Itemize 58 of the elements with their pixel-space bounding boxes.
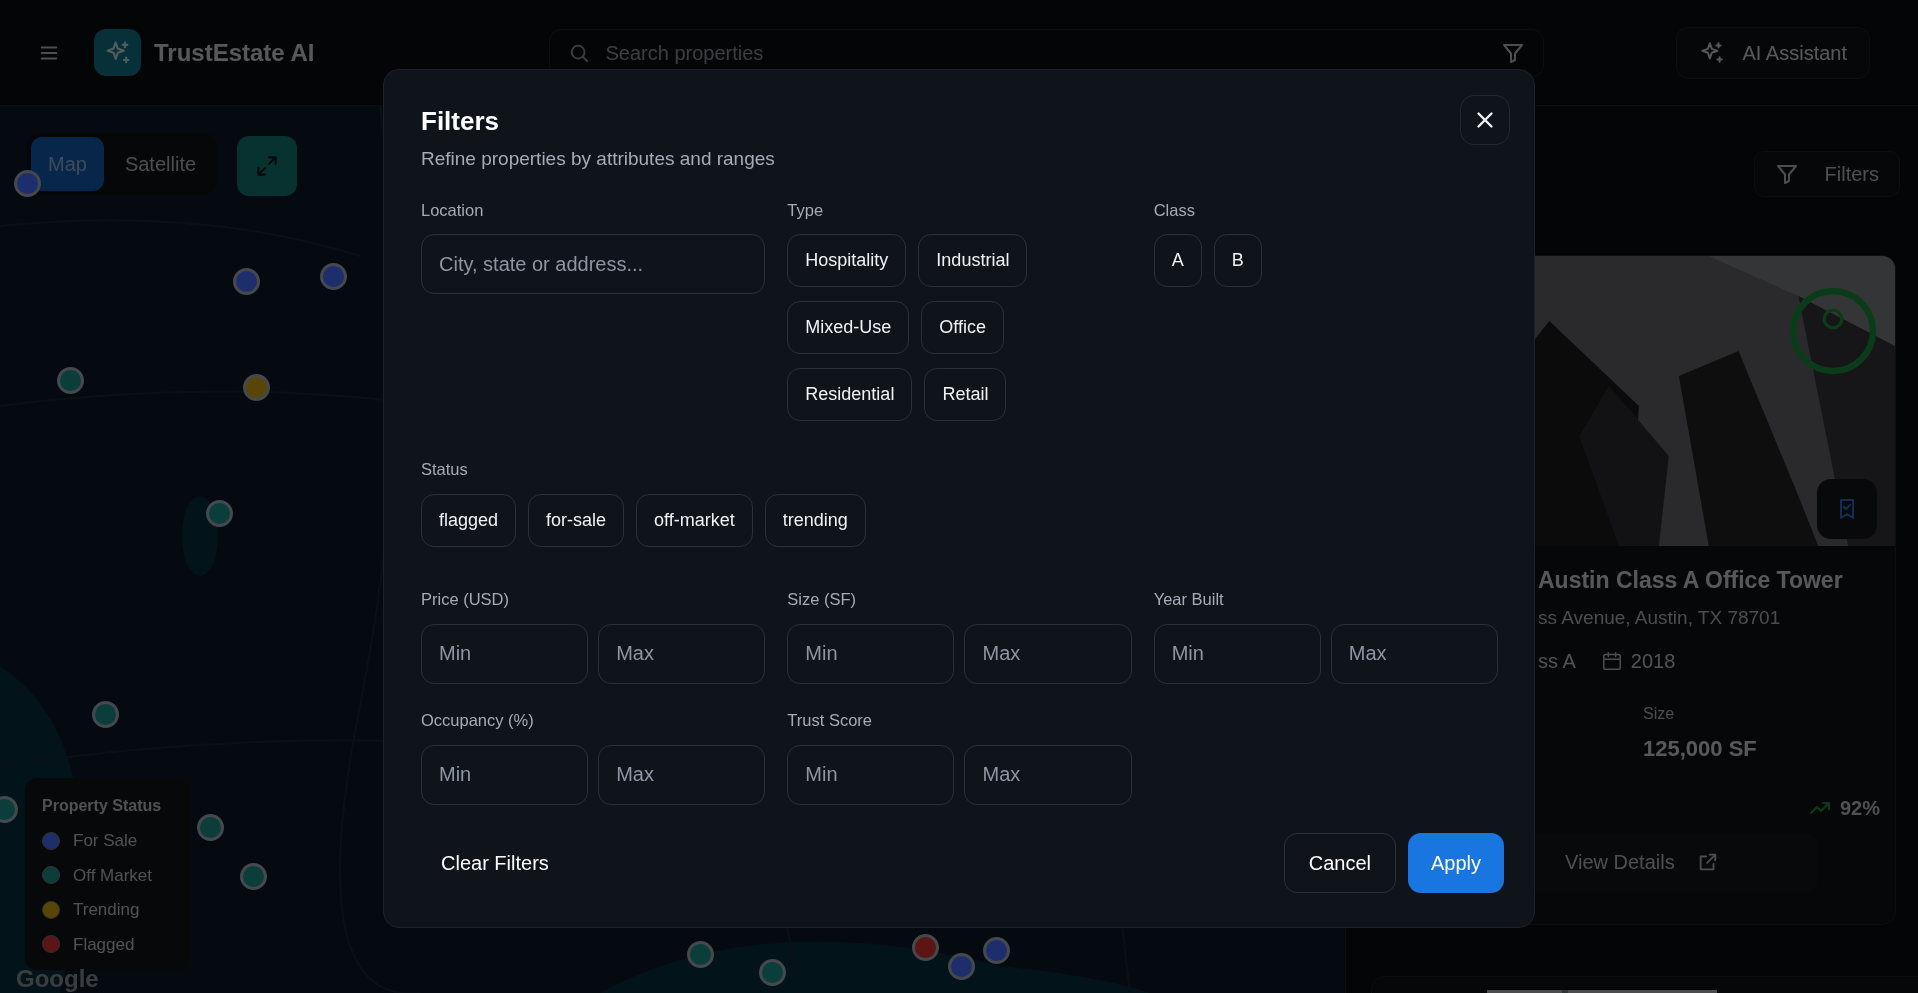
property-title: Austin Class A Office Tower — [1538, 566, 1843, 595]
property-address: ss Avenue, Austin, TX 78701 — [1538, 605, 1782, 630]
legend-label: Trending — [73, 899, 140, 921]
field-label: Location — [421, 199, 485, 221]
legend-label: Off Market — [73, 864, 153, 887]
sparkle-icon — [1698, 39, 1725, 66]
field-label: Status — [421, 459, 469, 481]
max-field[interactable]: Max — [598, 744, 766, 805]
field-label: Trust Score — [787, 709, 873, 731]
max-field[interactable]: Max — [1330, 623, 1498, 684]
calendar-icon — [1600, 650, 1623, 673]
close-button[interactable] — [1460, 95, 1510, 145]
max-field[interactable]: Max — [964, 744, 1132, 805]
search-input[interactable]: Search properties — [603, 36, 1487, 69]
filter-chip[interactable]: A — [1153, 234, 1202, 288]
property-class: ss A — [1538, 649, 1576, 675]
filter-icon — [1774, 162, 1799, 186]
min-field[interactable]: Min — [787, 623, 955, 684]
legend-title: Property Status — [42, 796, 163, 816]
filter-chip[interactable]: B — [1213, 234, 1262, 288]
dialog-title: Filters — [421, 106, 500, 138]
expand-icon — [254, 153, 280, 179]
field-label: Year Built — [1153, 589, 1225, 611]
year-built: 2018 — [1630, 649, 1676, 675]
filter-chip[interactable]: Retail — [924, 368, 1007, 422]
fullscreen-button[interactable] — [237, 136, 297, 196]
location-field[interactable]: City, state or address... — [421, 234, 766, 295]
field-label: Price (USD) — [421, 589, 510, 611]
filter-chip[interactable]: flagged — [421, 494, 517, 548]
bookmark-button[interactable] — [1817, 479, 1877, 539]
field-label: Type — [787, 199, 825, 221]
min-field[interactable]: Min — [1153, 623, 1321, 684]
occupancy-value: 92% — [1839, 796, 1880, 822]
clear-filters-button[interactable]: Clear Filters — [421, 833, 569, 893]
field-label: Class — [1153, 199, 1196, 221]
apply-button[interactable]: Apply — [1407, 833, 1504, 893]
max-field[interactable]: Max — [964, 623, 1132, 684]
dialog-subtitle: Refine properties by attributes and ranges — [421, 147, 776, 172]
filter-chip[interactable]: Residential — [787, 368, 913, 422]
filter-chip[interactable]: off-market — [636, 494, 753, 548]
filter-chip[interactable]: trending — [764, 494, 866, 548]
filter-chip[interactable]: Office — [921, 301, 1005, 355]
max-field[interactable]: Max — [598, 623, 766, 684]
size-value: 125,000 SF — [1643, 735, 1758, 764]
legend-label: Flagged — [73, 933, 135, 956]
min-field[interactable]: Min — [421, 623, 589, 684]
size-label: Size — [1643, 704, 1675, 725]
field-label: Occupancy (%) — [421, 709, 535, 731]
min-field[interactable]: Min — [421, 744, 589, 805]
cancel-button[interactable]: Cancel — [1283, 833, 1396, 893]
brand-name: TrustEstate AI — [154, 37, 315, 68]
field-label: Size (SF) — [787, 589, 858, 611]
filter-chip[interactable]: for-sale — [528, 494, 625, 548]
filter-chip[interactable]: Industrial — [918, 234, 1028, 288]
min-field[interactable]: Min — [787, 744, 955, 805]
legend-label: For Sale — [73, 830, 138, 852]
filter-chip[interactable]: Mixed-Use — [787, 301, 910, 355]
filter-chip[interactable]: Hospitality — [787, 234, 907, 288]
